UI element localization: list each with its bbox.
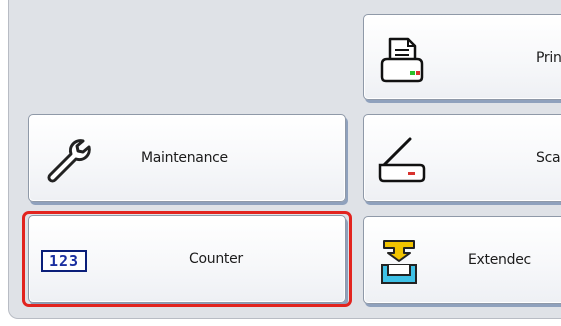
maintenance-label: Maintenance xyxy=(141,150,228,166)
printer-label: Prin xyxy=(536,50,561,66)
extended-features-button[interactable]: Extendec xyxy=(363,216,561,304)
extended-features-label: Extendec xyxy=(468,252,531,268)
scanner-button[interactable]: Scar xyxy=(363,114,561,202)
scanner-icon xyxy=(374,133,430,185)
printer-button[interactable]: Prin xyxy=(363,14,561,100)
scanner-label: Scar xyxy=(536,150,561,166)
wrench-icon xyxy=(43,135,97,185)
selection-highlight xyxy=(22,211,352,307)
printer-icon xyxy=(374,35,430,83)
extended-features-icon xyxy=(376,233,422,289)
maintenance-button[interactable]: Maintenance xyxy=(28,114,346,202)
